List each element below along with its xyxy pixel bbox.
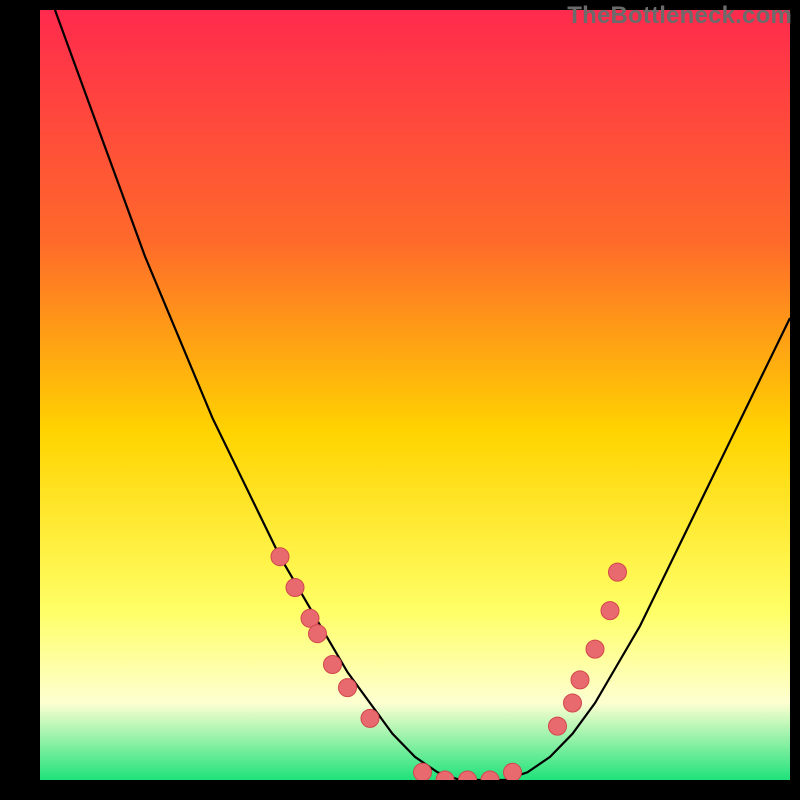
data-marker	[609, 563, 627, 581]
data-marker	[564, 694, 582, 712]
data-marker	[586, 640, 604, 658]
data-marker	[309, 625, 327, 643]
data-marker	[361, 709, 379, 727]
data-marker	[339, 679, 357, 697]
data-marker	[271, 548, 289, 566]
data-marker	[504, 763, 522, 780]
plot-area	[40, 10, 790, 780]
data-marker	[324, 656, 342, 674]
bottleneck-chart	[40, 10, 790, 780]
data-marker	[286, 579, 304, 597]
data-marker	[414, 763, 432, 780]
chart-frame: TheBottleneck.com	[0, 0, 800, 800]
gradient-background	[40, 10, 790, 780]
watermark-text: TheBottleneck.com	[567, 2, 792, 30]
data-marker	[571, 671, 589, 689]
data-marker	[549, 717, 567, 735]
data-marker	[601, 602, 619, 620]
